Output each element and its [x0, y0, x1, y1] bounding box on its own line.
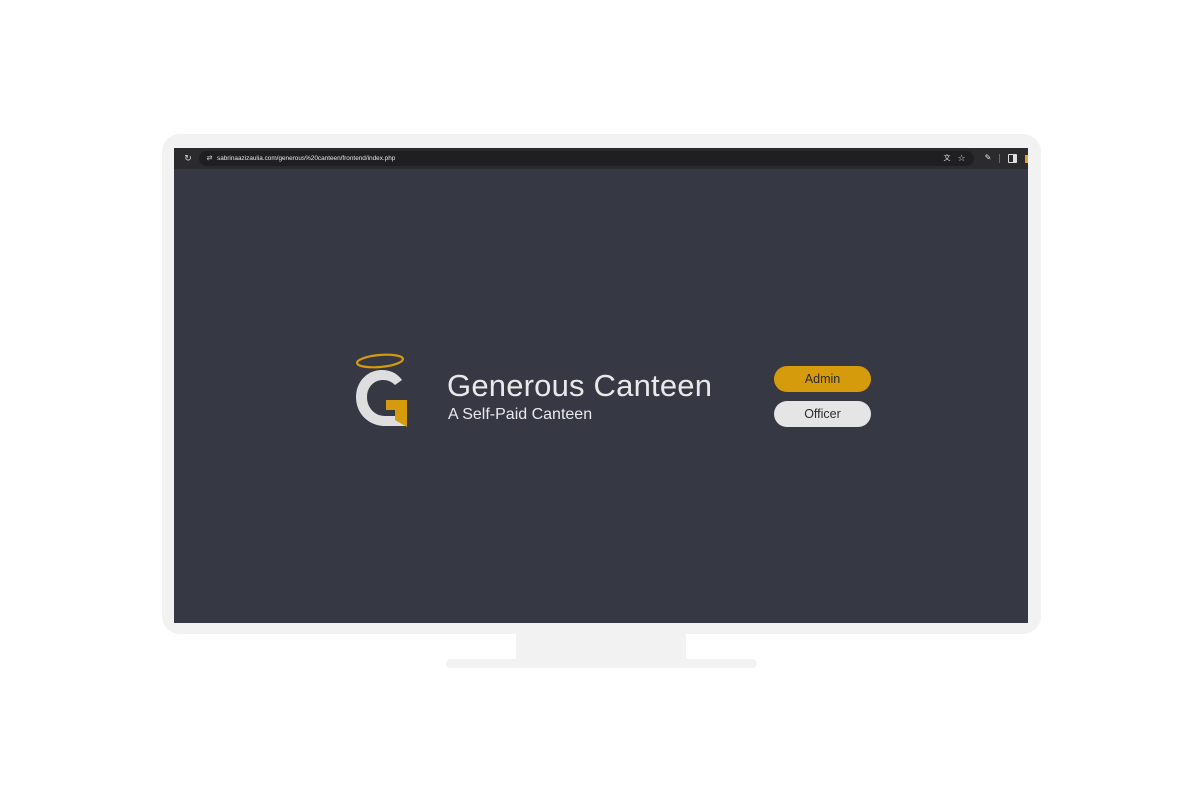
- generous-canteen-logo-icon: [355, 353, 407, 427]
- url-text[interactable]: sabrinaazizaulia.com/generous%20canteen/…: [217, 151, 395, 166]
- extensions-icon[interactable]: ✎: [982, 152, 994, 164]
- profile-avatar[interactable]: [1025, 155, 1028, 163]
- monitor-stand-neck: [516, 634, 686, 660]
- star-icon[interactable]: ☆: [956, 153, 967, 164]
- toolbar-divider: [999, 154, 1000, 163]
- translate-icon[interactable]: 文: [941, 153, 953, 164]
- address-bar[interactable]: ⇄ sabrinaazizaulia.com/generous%20cantee…: [199, 151, 974, 166]
- officer-button[interactable]: Officer: [774, 401, 871, 427]
- side-panel-icon[interactable]: [1008, 154, 1017, 163]
- app-subtitle: A Self-Paid Canteen: [448, 406, 593, 423]
- browser-viewport: ↻ ⇄ sabrinaazizaulia.com/generous%20cant…: [174, 148, 1028, 623]
- site-info-icon[interactable]: ⇄: [204, 153, 215, 164]
- app-title: Generous Canteen: [447, 368, 713, 403]
- admin-button[interactable]: Admin: [774, 366, 871, 392]
- browser-toolbar: ↻ ⇄ sabrinaazizaulia.com/generous%20cant…: [174, 148, 1028, 169]
- monitor-stand-base: [446, 659, 757, 668]
- reload-icon[interactable]: ↻: [182, 152, 194, 164]
